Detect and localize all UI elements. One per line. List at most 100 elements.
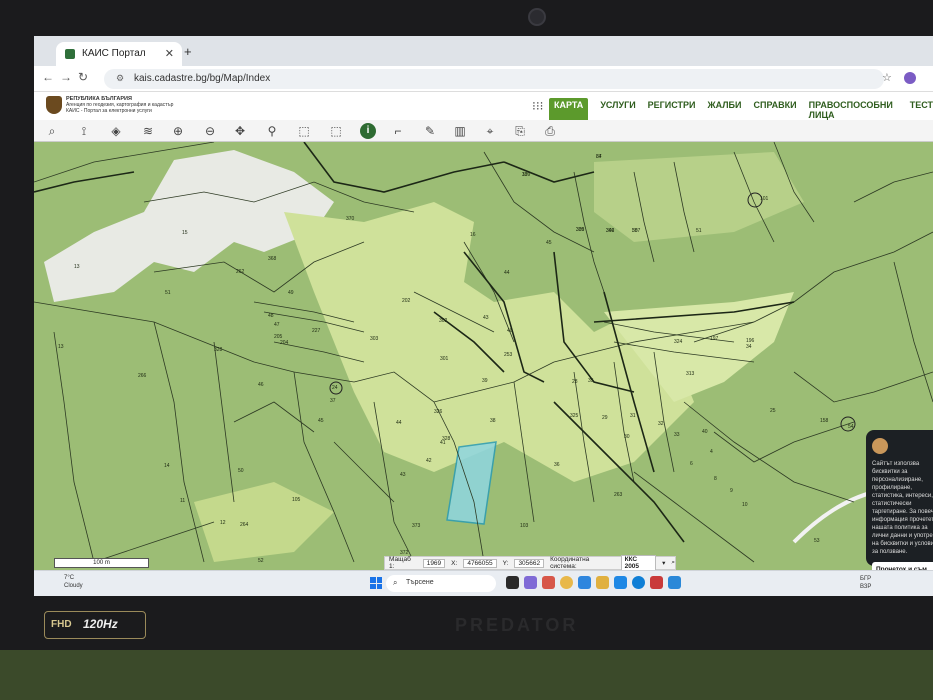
map-status-bar: Мащаб 1: 1969 X: 4766055 Y: 305662 Коорд…: [384, 555, 676, 570]
parcel-number: 28: [572, 379, 578, 385]
parcel-number: 158: [820, 418, 829, 424]
parcel-number: 253: [504, 352, 513, 358]
parcel-number: 43: [400, 472, 406, 478]
parcel-number: 15: [182, 230, 188, 236]
profile-avatar[interactable]: [904, 72, 916, 84]
parcel-number: 51: [165, 290, 171, 296]
parcel-number: 328: [442, 436, 451, 442]
main-nav: КАРТА УСЛУГИ РЕГИСТРИ ЖАЛБИ СПРАВКИ ПРАВ…: [549, 98, 933, 122]
nav-item-map[interactable]: КАРТА: [549, 98, 589, 122]
teams-icon[interactable]: [524, 576, 537, 589]
app-icon[interactable]: [506, 576, 519, 589]
chrome-icon[interactable]: [560, 576, 573, 589]
new-tab-button[interactable]: +: [184, 44, 192, 59]
location-pin-icon[interactable]: ⚲: [264, 123, 280, 139]
chevron-down-icon[interactable]: ▾: [662, 559, 665, 567]
parcel-number: 24: [332, 385, 338, 391]
measure-icon[interactable]: ⌐: [390, 123, 406, 139]
y-label: Y:: [502, 559, 509, 567]
cookie-icon: [872, 438, 888, 454]
scale-label: Мащаб 1:: [389, 556, 411, 570]
start-button[interactable]: [370, 577, 382, 589]
parcel-number: 29: [602, 415, 608, 421]
cookie-consent-popup: Сайтът използва бисквитки за персонализи…: [866, 430, 933, 586]
apps-grid-icon[interactable]: ⁝⁝⁝: [532, 99, 543, 113]
route-icon[interactable]: ⟟: [76, 123, 92, 139]
parcel-number: 54: [848, 424, 854, 430]
parcel-number: 303: [370, 336, 379, 342]
parcel-number: 38: [490, 418, 496, 424]
app-icon[interactable]: [668, 576, 681, 589]
browser-tab[interactable]: КАИС Портал ✕: [56, 42, 182, 66]
file-explorer-icon[interactable]: [596, 576, 609, 589]
search-icon[interactable]: ⌕: [44, 123, 60, 139]
nav-item-reports[interactable]: СПРАВКИ: [754, 98, 797, 122]
keyboard-language-secondary: ВЗР: [860, 584, 872, 590]
site-info-icon[interactable]: ⚙: [116, 73, 124, 84]
parcel-number: 11: [180, 498, 185, 504]
app-icon[interactable]: [542, 576, 555, 589]
parcel-number: 263: [614, 492, 623, 498]
parcel-number: 49: [288, 290, 294, 296]
back-button[interactable]: ←: [42, 70, 54, 84]
export-icon[interactable]: ⎘: [512, 123, 528, 139]
coordinates-icon[interactable]: ⌖: [482, 123, 498, 139]
parcel-number: 368: [268, 256, 277, 262]
parcel-number: 44: [504, 270, 510, 276]
zoom-in-icon[interactable]: ⊕: [170, 123, 186, 139]
app-icon[interactable]: [578, 576, 591, 589]
parcel-number: 42: [426, 458, 432, 464]
nav-item-registers[interactable]: РЕГИСТРИ: [648, 98, 696, 122]
reload-button[interactable]: ↻: [78, 70, 88, 84]
system-tray[interactable]: БГР ВЗР: [860, 575, 871, 591]
parcel-number: 339: [576, 227, 585, 233]
tab-close-icon[interactable]: ✕: [165, 47, 174, 60]
draw-icon[interactable]: ✎: [422, 123, 438, 139]
parcel-number: 31: [630, 413, 636, 419]
select-box-icon[interactable]: ⬚: [328, 123, 344, 139]
map-canvas[interactable]: 3719305 306 307 511011643444537015368262133…: [34, 142, 933, 570]
print-icon[interactable]: ⎙: [542, 123, 558, 139]
crs-label: Координатна система:: [550, 556, 590, 570]
search-icon[interactable]: ⌕: [671, 559, 675, 567]
select-area-icon[interactable]: ⬚: [296, 123, 312, 139]
info-icon[interactable]: i: [360, 123, 376, 139]
dropbox-icon[interactable]: [614, 576, 627, 589]
weather-widget[interactable]: 7°C Cloudy: [64, 574, 83, 590]
parcel-number: 40: [507, 328, 513, 334]
edge-icon[interactable]: [632, 576, 645, 589]
parcel-number: 43: [483, 315, 489, 321]
nav-item-complaints[interactable]: ЖАЛБИ: [708, 98, 742, 122]
parcel-number: 325: [570, 413, 579, 419]
parcel-number: 37: [330, 398, 336, 404]
keyboard-language: БГР: [860, 576, 872, 582]
parcel-number: 4: [710, 449, 713, 455]
url-input[interactable]: ⚙ kais.cadastre.bg/bg/Map/Index: [104, 69, 884, 89]
parcel-number: 324: [674, 339, 683, 345]
bookmark-star-icon[interactable]: ☆: [882, 71, 892, 84]
cadastral-map[interactable]: 37 19 305 306 307 51 101 16 43 44 45 370 15 368 262 13 3…: [34, 142, 933, 570]
layers-stack-icon[interactable]: ≋: [140, 123, 156, 139]
forward-button[interactable]: →: [60, 70, 72, 84]
crs-select[interactable]: ККС 2005: [620, 555, 657, 570]
scale-value[interactable]: 1969: [422, 558, 446, 568]
fhd-label: FHD: [51, 619, 72, 630]
zoom-out-icon[interactable]: ⊖: [202, 123, 218, 139]
taskbar-search[interactable]: ⌕ Търсене: [386, 575, 496, 592]
nav-item-services[interactable]: УСЛУГИ: [600, 98, 635, 122]
x-label: X:: [451, 559, 458, 567]
nav-item-test[interactable]: ТЕСТ: [910, 98, 933, 122]
map-icon[interactable]: ▥: [452, 123, 468, 139]
nav-item-licensed-persons[interactable]: ПРАВОСПОСОБНИ ЛИЦА: [809, 98, 898, 122]
parcel-number: 51: [696, 228, 702, 234]
webcam: [528, 8, 546, 26]
parcel-number: 30: [624, 434, 630, 440]
app-icon[interactable]: [650, 576, 663, 589]
pan-icon[interactable]: ✥: [232, 123, 248, 139]
organization-name: РЕПУБЛИКА БЪЛГАРИЯ Агенция по геодезия, …: [66, 96, 174, 114]
layers-icon[interactable]: ◈: [108, 123, 124, 139]
x-coordinate: 4766055: [463, 558, 497, 568]
coat-of-arms-logo: [46, 96, 62, 114]
parcel-number: 373: [412, 523, 421, 529]
parcel-number: 196: [746, 338, 755, 344]
